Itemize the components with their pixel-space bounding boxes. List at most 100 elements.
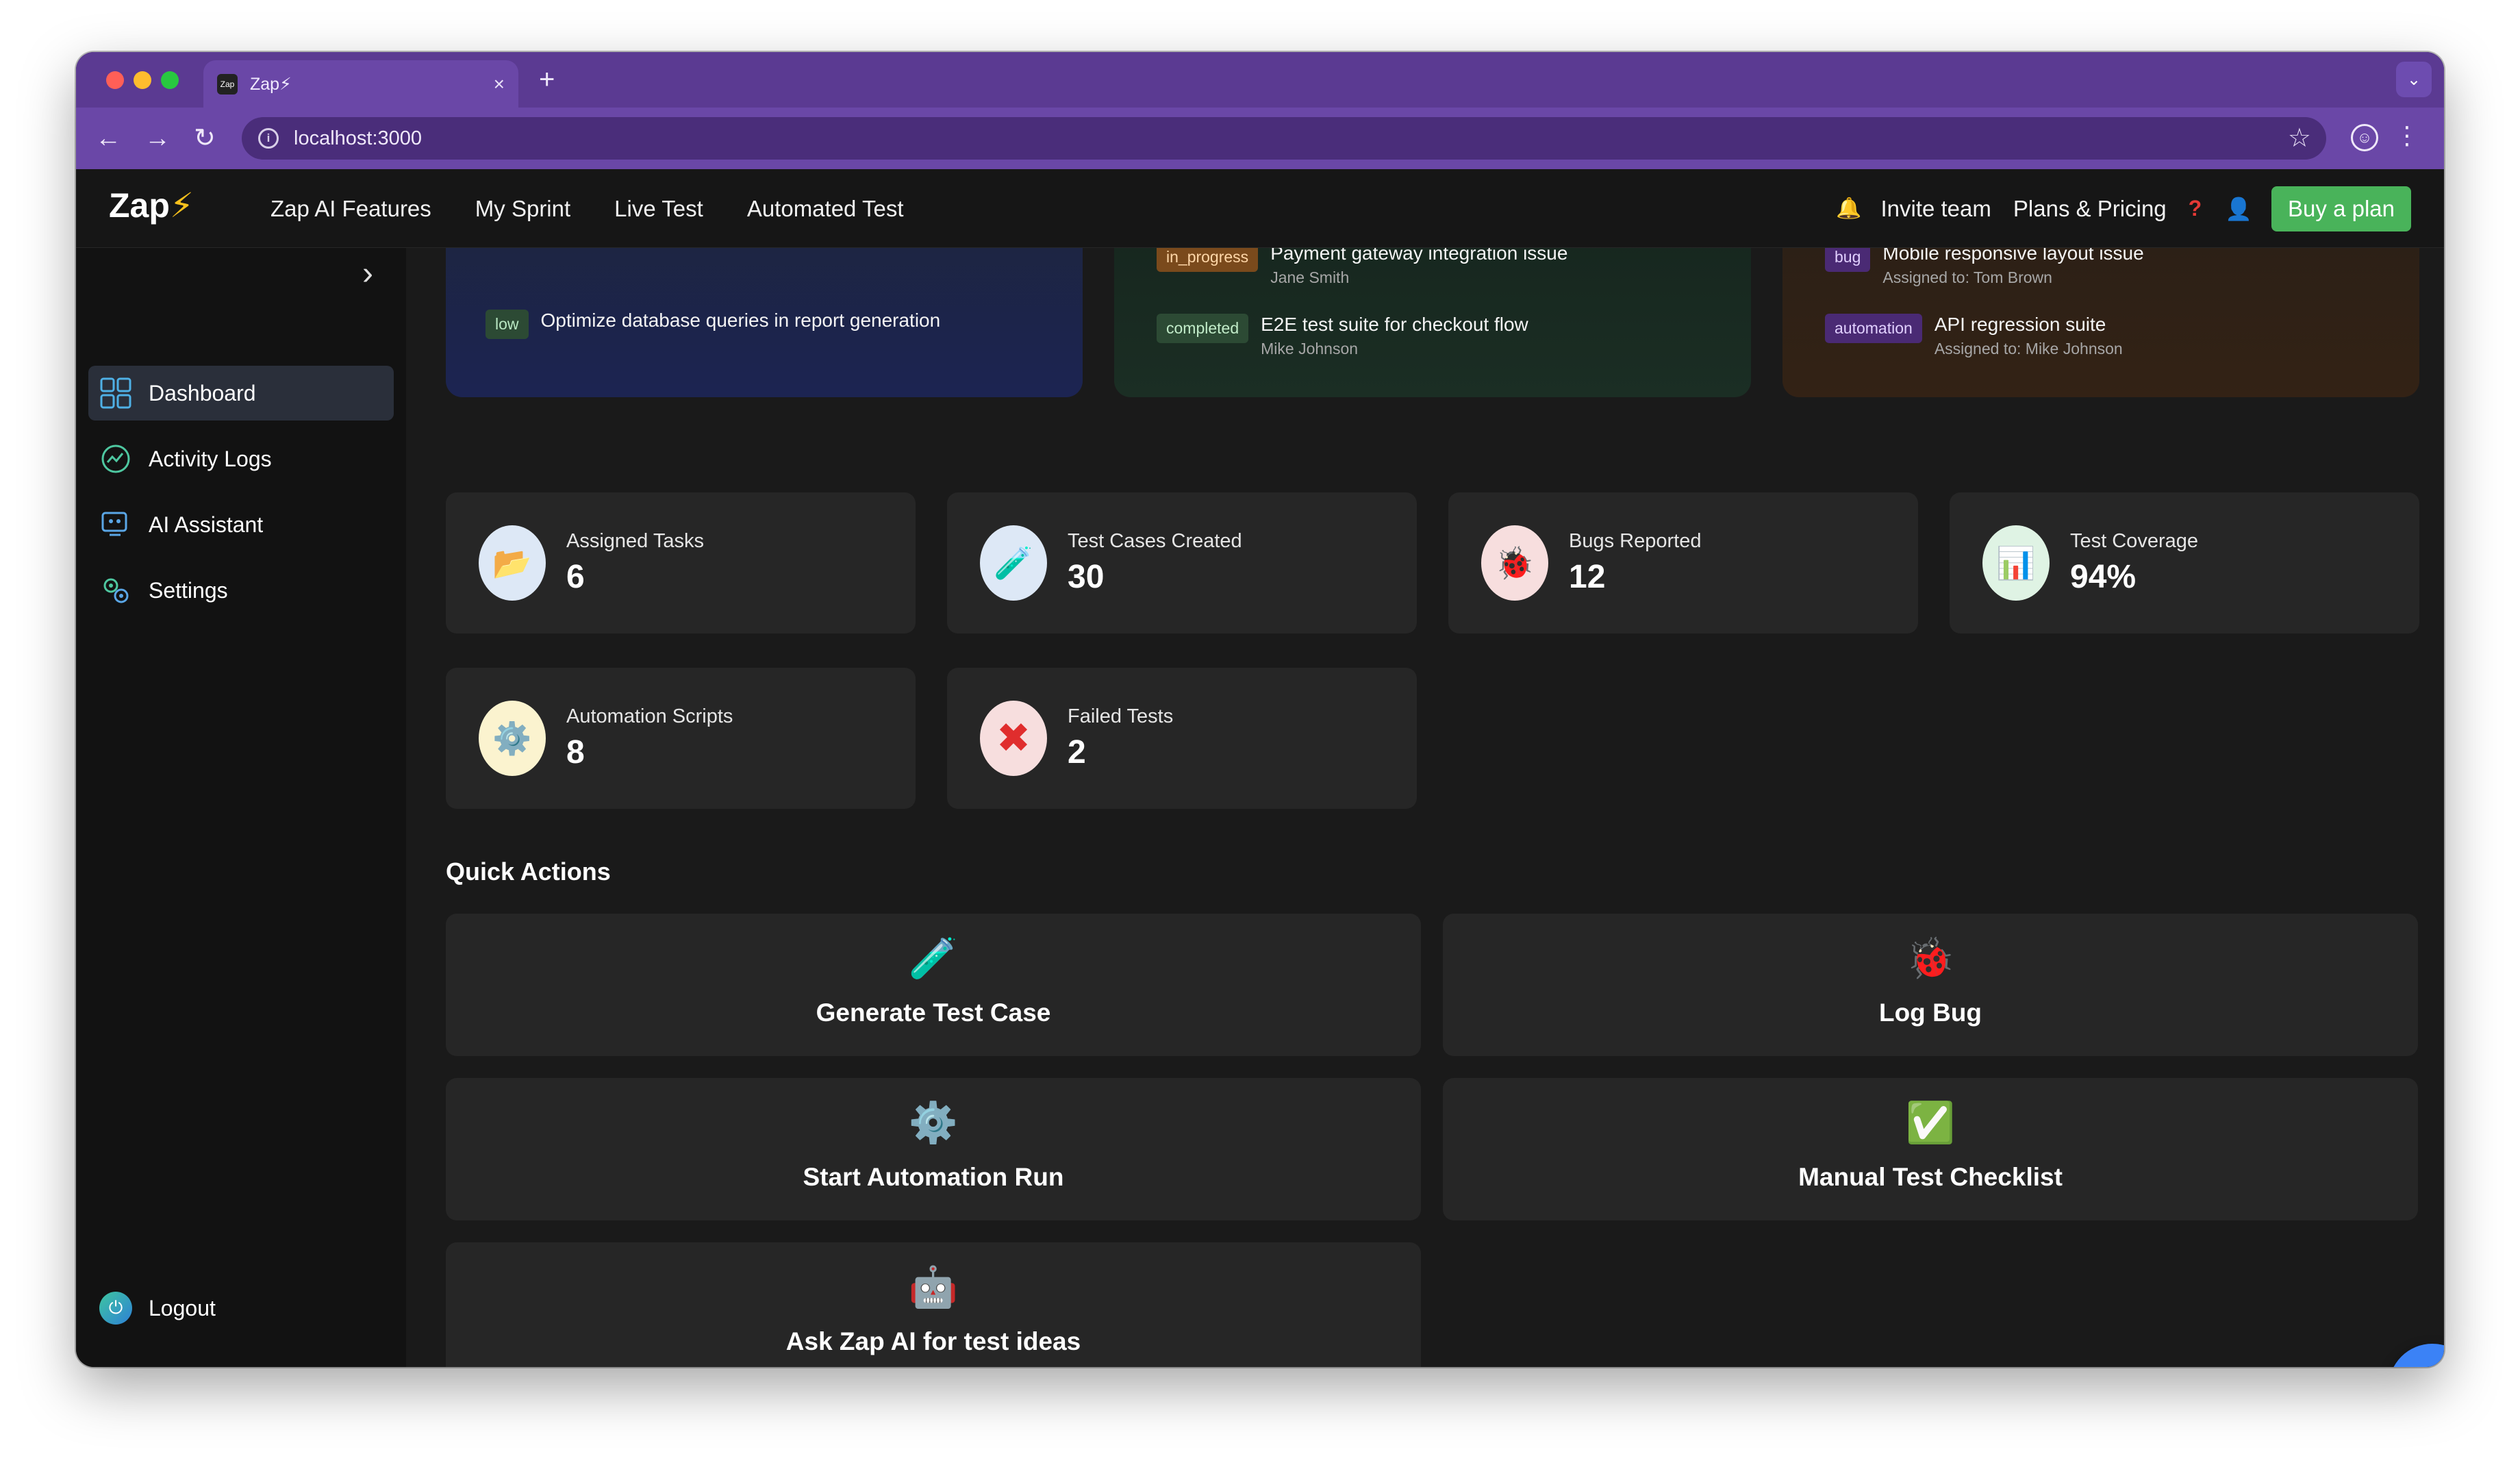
- minimize-window-button[interactable]: [134, 71, 151, 89]
- stat-value: 2: [1068, 734, 1086, 770]
- stat-value: 94%: [2070, 559, 2137, 595]
- settings-icon: [99, 574, 132, 607]
- logo-text: Zap: [109, 186, 170, 225]
- stat-label: Test Coverage: [2070, 530, 2198, 552]
- browser-toolbar: ← → ↻ i localhost:3000 ☆ ☺ ⋮: [76, 108, 2444, 169]
- tab-close-icon[interactable]: ×: [494, 73, 505, 95]
- favicon-icon: Zap: [217, 73, 238, 95]
- dashboard-icon: [99, 377, 132, 410]
- stat-label: Automation Scripts: [566, 705, 733, 727]
- list-item[interactable]: bug Mobile responsive layout issue Assig…: [1825, 248, 2144, 287]
- item-title: Mobile responsive layout issue: [1882, 248, 2144, 264]
- task-title: Optimize database queries in report gene…: [540, 310, 941, 331]
- start-automation-run-button[interactable]: ⚙️ Start Automation Run: [446, 1078, 1421, 1220]
- logout-button[interactable]: ⏻ Logout: [99, 1292, 216, 1325]
- priority-badge: low: [486, 310, 529, 339]
- assigned-items-panel: bug Mobile responsive layout issue Assig…: [1782, 248, 2419, 397]
- bell-icon[interactable]: 🔔: [1836, 197, 1861, 221]
- stat-value: 6: [566, 559, 585, 595]
- folder-icon: 📂: [479, 525, 546, 601]
- recent-activity-panel: in_progress Payment gateway integration …: [1114, 248, 1751, 397]
- activity-user: Mike Johnson: [1261, 340, 1359, 358]
- logout-icon: ⏻: [99, 1292, 132, 1325]
- app-header: Zap⚡ Zap AI Features My Sprint Live Test…: [76, 169, 2444, 248]
- gear-icon: ⚙️: [479, 701, 546, 776]
- stat-card-test-cases-created[interactable]: 🧪 Test Cases Created 30: [947, 492, 1417, 634]
- stat-label: Test Cases Created: [1068, 530, 1242, 552]
- sidebar-item-dashboard[interactable]: Dashboard: [88, 366, 394, 421]
- reload-icon[interactable]: ↻: [194, 123, 216, 154]
- log-bug-button[interactable]: 🐞 Log Bug: [1443, 914, 2418, 1056]
- chat-button[interactable]: [2389, 1344, 2444, 1367]
- nav-automated-test[interactable]: Automated Test: [747, 196, 904, 222]
- chart-icon: 📊: [1982, 525, 2050, 601]
- back-arrow-icon[interactable]: ←: [95, 123, 121, 154]
- chevron-right-icon[interactable]: ›: [362, 255, 373, 292]
- buy-plan-button[interactable]: Buy a plan: [2271, 186, 2411, 231]
- item-assignee: Assigned to: Mike Johnson: [1934, 340, 2123, 358]
- browser-window: Zap Zap⚡ × + ⌄ ← → ↻ i localhost:3000 ☆ …: [76, 52, 2444, 1367]
- browser-tab[interactable]: Zap Zap⚡ ×: [203, 60, 518, 108]
- quick-actions-title: Quick Actions: [446, 857, 611, 886]
- stat-card-test-coverage[interactable]: 📊 Test Coverage 94%: [1950, 492, 2419, 634]
- sidebar-item-label: Settings: [149, 577, 228, 603]
- top-nav: Zap AI Features My Sprint Live Test Auto…: [270, 169, 948, 248]
- activity-title: Payment gateway integration issue: [1270, 248, 1568, 264]
- nav-my-sprint[interactable]: My Sprint: [475, 196, 570, 222]
- help-icon[interactable]: ?: [2189, 196, 2202, 221]
- stat-card-bugs-reported[interactable]: 🐞 Bugs Reported 12: [1448, 492, 1918, 634]
- type-badge: bug: [1825, 248, 1871, 272]
- stat-label: Assigned Tasks: [566, 530, 704, 552]
- sidebar-item-activity-logs[interactable]: Activity Logs: [88, 431, 394, 486]
- quick-action-label: Manual Test Checklist: [1798, 1163, 2063, 1191]
- test-tube-icon: 🧪: [908, 936, 959, 981]
- bookmark-star-icon[interactable]: ☆: [2288, 123, 2311, 153]
- forward-arrow-icon[interactable]: →: [144, 123, 171, 154]
- plans-pricing-link[interactable]: Plans & Pricing: [2013, 196, 2167, 222]
- stat-value: 30: [1068, 559, 1105, 595]
- activity-title: E2E test suite for checkout flow: [1261, 314, 1528, 335]
- header-actions: 🔔 Invite team Plans & Pricing ? 👤 Buy a …: [1836, 169, 2411, 248]
- maximize-window-button[interactable]: [161, 71, 179, 89]
- stat-value: 12: [1569, 559, 1606, 595]
- site-info-icon[interactable]: i: [258, 128, 279, 149]
- stat-card-assigned-tasks[interactable]: 📂 Assigned Tasks 6: [446, 492, 916, 634]
- tab-strip: Zap Zap⚡ × + ⌄: [76, 52, 2444, 108]
- list-item[interactable]: automation API regression suite Assigned…: [1825, 314, 2123, 358]
- stat-card-failed-tests[interactable]: ✖ Failed Tests 2: [947, 668, 1417, 809]
- invite-team-link[interactable]: Invite team: [1880, 196, 1991, 222]
- profile-icon[interactable]: ☺: [2351, 124, 2378, 151]
- sidebar-item-ai-assistant[interactable]: AI Assistant: [88, 497, 394, 552]
- generate-test-case-button[interactable]: 🧪 Generate Test Case: [446, 914, 1421, 1056]
- nav-zap-ai-features[interactable]: Zap AI Features: [270, 196, 431, 222]
- logo[interactable]: Zap⚡: [109, 186, 194, 225]
- quick-action-label: Generate Test Case: [816, 999, 1051, 1027]
- activity-icon: [99, 442, 132, 475]
- robot-icon: 🤖: [908, 1265, 959, 1309]
- nav-live-test[interactable]: Live Test: [614, 196, 703, 222]
- list-item[interactable]: low Optimize database queries in report …: [486, 310, 940, 339]
- manual-test-checklist-button[interactable]: ✅ Manual Test Checklist: [1443, 1078, 2418, 1220]
- more-menu-icon[interactable]: ⋮: [2395, 121, 2419, 150]
- main-content: low Optimize database queries in report …: [406, 248, 2444, 1367]
- ask-zap-ai-button[interactable]: 🤖 Ask Zap AI for test ideas: [446, 1242, 1421, 1367]
- new-tab-button[interactable]: +: [539, 64, 555, 95]
- quick-action-label: Ask Zap AI for test ideas: [785, 1327, 1081, 1355]
- status-badge: completed: [1157, 314, 1249, 343]
- sidebar-item-label: Dashboard: [149, 380, 256, 405]
- type-badge: automation: [1825, 314, 1922, 343]
- tab-search-button[interactable]: ⌄: [2396, 62, 2432, 97]
- test-tube-icon: 🧪: [980, 525, 1047, 601]
- quick-action-label: Log Bug: [1878, 999, 1982, 1027]
- close-window-button[interactable]: [106, 71, 124, 89]
- activity-user: Jane Smith: [1270, 268, 1350, 286]
- stat-card-automation-scripts[interactable]: ⚙️ Automation Scripts 8: [446, 668, 916, 809]
- user-icon[interactable]: 👤: [2225, 196, 2252, 222]
- list-item[interactable]: in_progress Payment gateway integration …: [1157, 248, 1567, 287]
- item-assignee: Assigned to: Tom Brown: [1882, 268, 2052, 286]
- sidebar: › Dashboard Activity Logs AI Assistant S…: [76, 248, 406, 1367]
- list-item[interactable]: completed E2E test suite for checkout fl…: [1157, 314, 1528, 358]
- tab-title: Zap⚡: [250, 74, 292, 94]
- address-bar[interactable]: i localhost:3000 ☆: [242, 117, 2326, 160]
- sidebar-item-settings[interactable]: Settings: [88, 563, 394, 618]
